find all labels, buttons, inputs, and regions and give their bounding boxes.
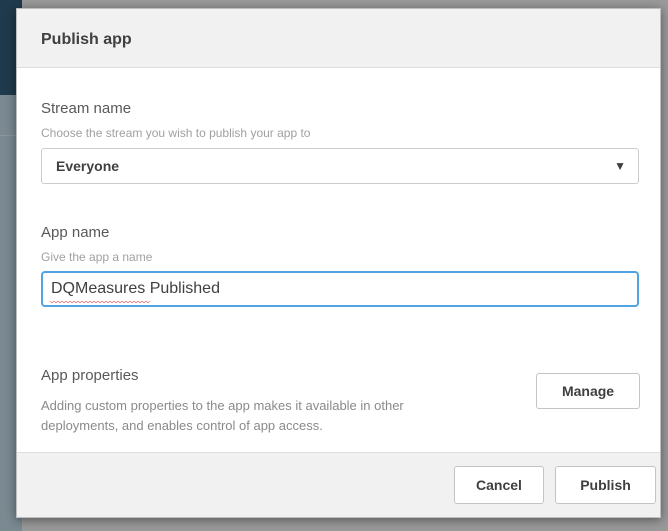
publish-app-dialog: Publish app Stream name Choose the strea… (16, 8, 661, 518)
app-name-label: App name (41, 224, 110, 241)
dialog-footer: Cancel Publish (17, 452, 660, 517)
stream-name-hint: Choose the stream you wish to publish yo… (41, 126, 311, 140)
manage-button[interactable]: Manage (536, 373, 640, 409)
app-properties-label: App properties (41, 367, 139, 384)
stream-select[interactable]: Everyone ▼ (41, 148, 639, 184)
dialog-title: Publish app (41, 31, 132, 48)
stream-name-label: Stream name (41, 100, 132, 117)
dialog-header: Publish app (17, 9, 660, 68)
triangle-down-icon: ▼ (614, 159, 626, 173)
stream-select-value: Everyone (56, 158, 120, 174)
publish-button[interactable]: Publish (555, 466, 656, 504)
cancel-button[interactable]: Cancel (454, 466, 544, 504)
spellcheck-underline (50, 301, 150, 304)
app-properties-description: Adding custom properties to the app make… (41, 398, 404, 433)
app-name-hint: Give the app a name (41, 250, 153, 264)
